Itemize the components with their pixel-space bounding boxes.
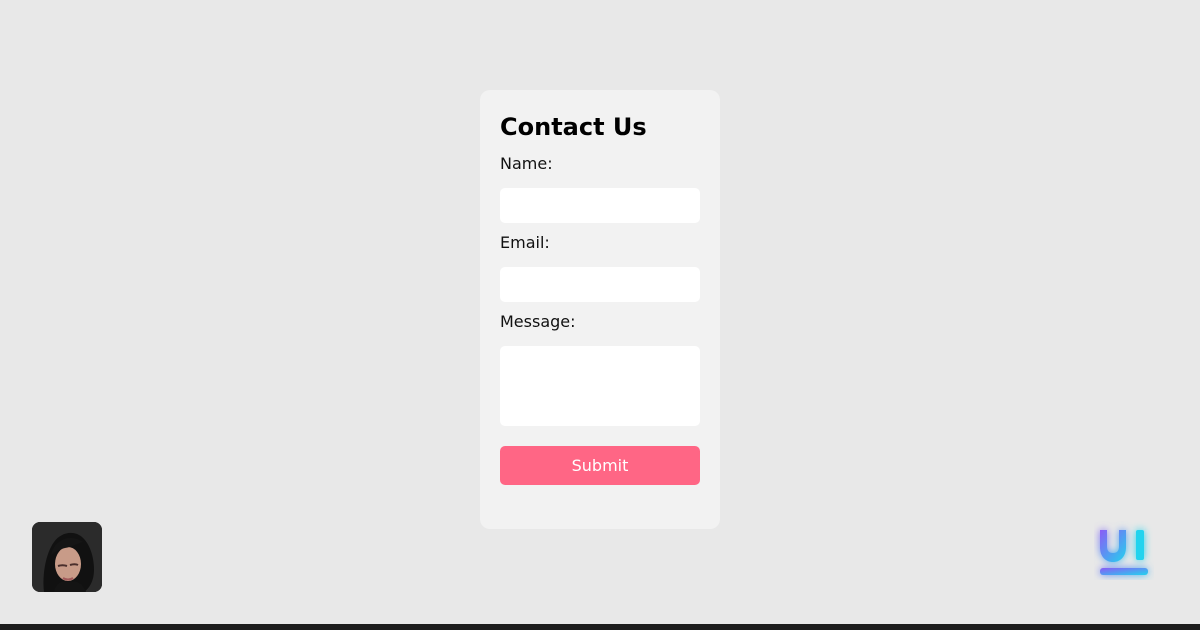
page-title: Contact Us <box>500 113 647 141</box>
ui-logo-icon <box>1094 520 1154 580</box>
contact-form: Contact Us Name: Email: Message: Submit <box>480 90 720 529</box>
logo-icon <box>1100 530 1148 575</box>
name-input[interactable] <box>500 188 700 223</box>
email-input[interactable] <box>500 267 700 302</box>
user-avatar <box>32 522 102 592</box>
bottom-bar <box>0 624 1200 630</box>
email-label: Email: <box>500 233 550 252</box>
message-label: Message: <box>500 312 576 331</box>
avatar[interactable] <box>32 522 102 592</box>
message-textarea[interactable] <box>500 346 700 426</box>
page: Contact Us Name: Email: Message: Submit <box>0 0 1200 630</box>
name-label: Name: <box>500 154 553 173</box>
submit-button[interactable]: Submit <box>500 446 700 485</box>
